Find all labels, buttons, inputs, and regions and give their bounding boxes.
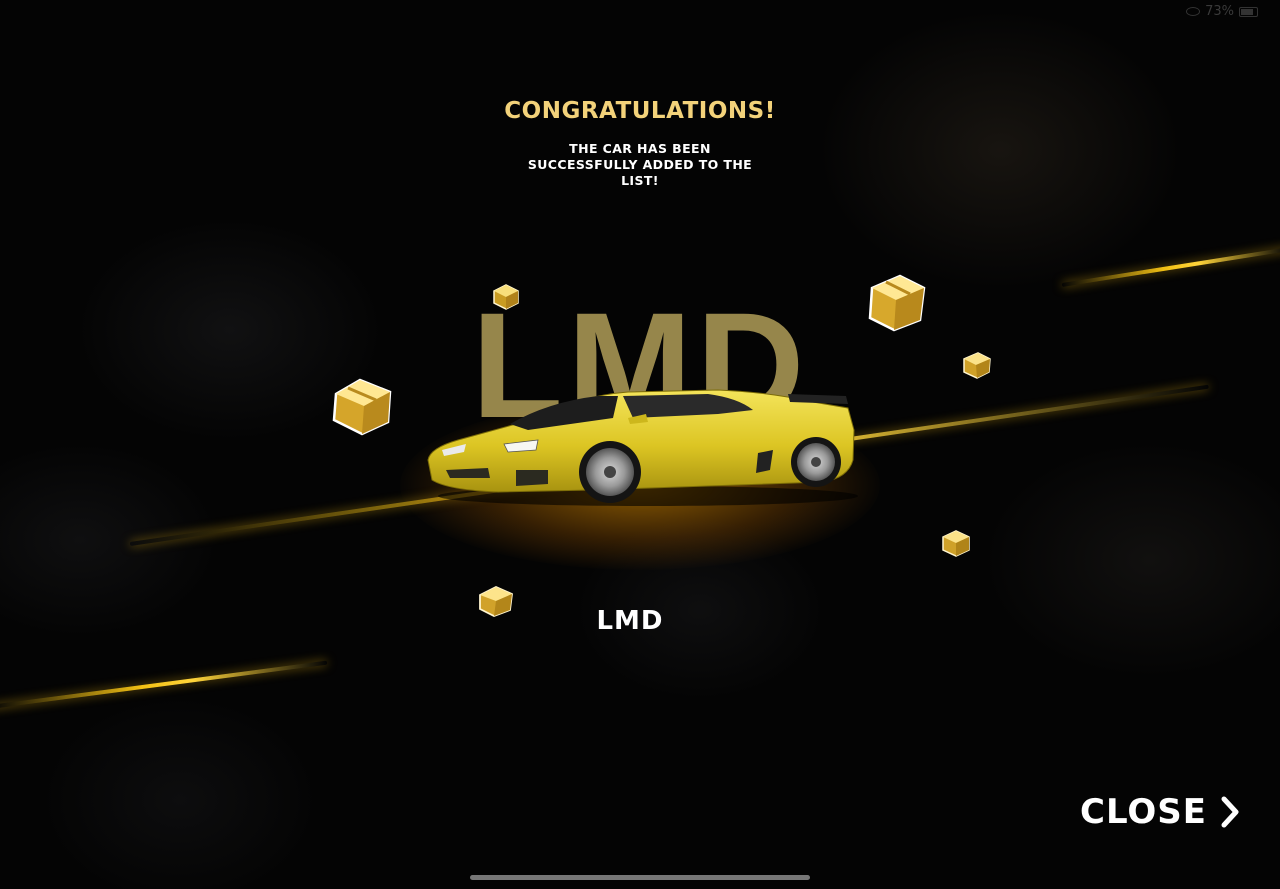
success-message-line: LIST! [621, 173, 659, 188]
battery-percentage: 73% [1205, 4, 1234, 19]
cube-icon [868, 274, 926, 332]
congratulations-title: CONGRATULATIONS! [504, 98, 776, 124]
light-streak [0, 660, 328, 709]
success-message: THE CAR HAS BEEN SUCCESSFULLY ADDED TO T… [520, 141, 760, 189]
close-button[interactable]: CLOSE [1080, 792, 1241, 832]
close-label: CLOSE [1080, 792, 1208, 832]
cube-icon [493, 284, 519, 310]
car-name: LMD [596, 606, 664, 636]
home-indicator[interactable] [470, 875, 810, 880]
cube-icon [963, 352, 991, 379]
car-image [427, 389, 858, 506]
light-streak [1061, 247, 1280, 287]
success-message-line: THE CAR HAS BEEN [569, 141, 711, 156]
eye-icon [1186, 7, 1201, 16]
cube-icon [332, 378, 392, 436]
reward-screen: 73% CONGRATULATIONS! THE CAR HAS BEEN SU… [0, 0, 1280, 889]
chevron-right-icon [1221, 796, 1239, 828]
status-bar: 73% [1186, 4, 1258, 19]
success-message-line: SUCCESSFULLY ADDED TO THE [527, 157, 753, 172]
battery-icon [1239, 6, 1258, 17]
cube-icon [942, 530, 970, 557]
